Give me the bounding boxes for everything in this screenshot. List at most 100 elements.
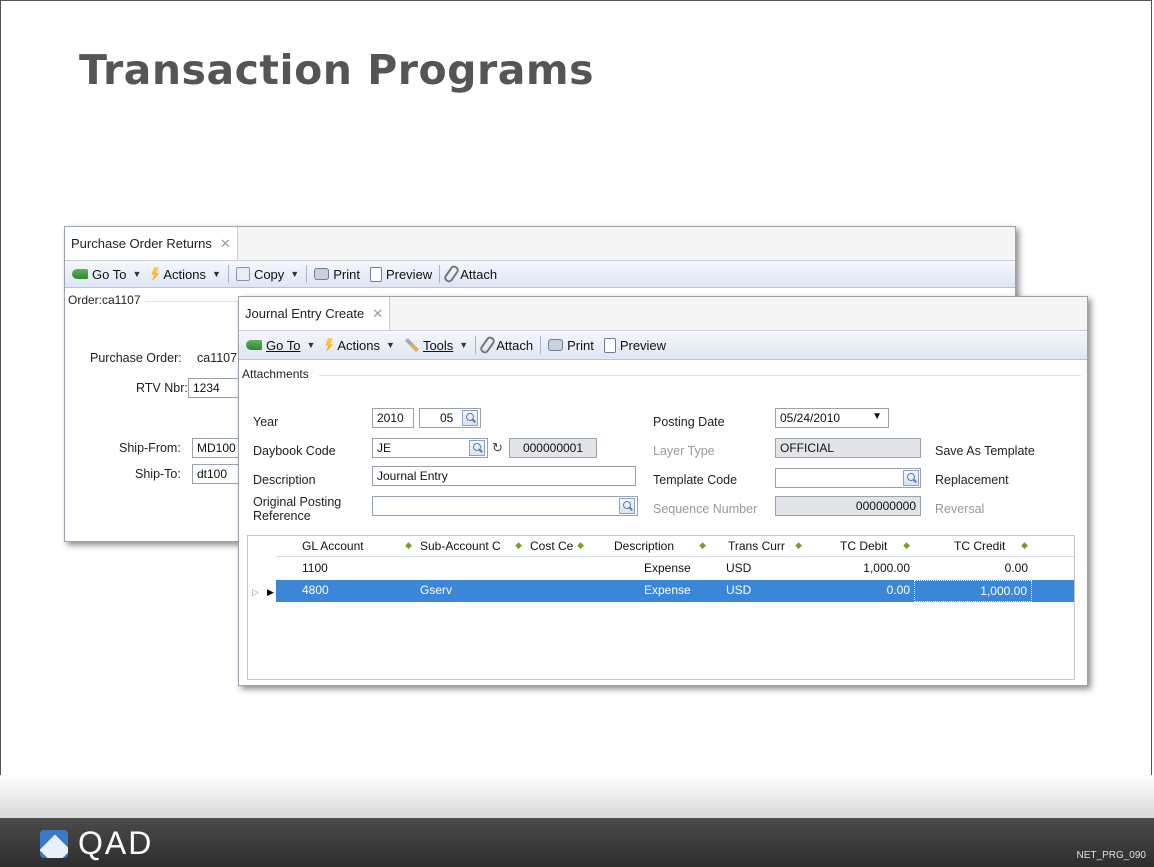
attach-label: Attach xyxy=(460,266,498,282)
cell-description: Expense xyxy=(644,583,691,597)
tab-bar: Journal Entry Create ✕ xyxy=(239,297,1087,331)
column-pin-icon: ◆ xyxy=(795,540,802,550)
period-lookup-icon[interactable] xyxy=(462,410,478,426)
copy-icon xyxy=(235,267,250,281)
daybook-code-label: Daybook Code xyxy=(253,444,336,458)
table-row[interactable]: 1100 Expense USD 1,000.00 0.00 xyxy=(276,558,1074,580)
dropdown-arrow-icon: ▼ xyxy=(290,269,300,279)
purchase-order-label: Purchase Order: xyxy=(90,351,182,365)
column-header-tc-credit[interactable]: TC Credit ◆ xyxy=(914,536,1032,556)
layer-type-field: OFFICIAL xyxy=(775,438,921,458)
preview-icon xyxy=(603,337,616,353)
refresh-icon[interactable]: ↻ xyxy=(492,440,503,456)
cell-debit: 1,000.00 xyxy=(863,561,910,575)
template-code-label: Template Code xyxy=(653,473,738,487)
reversal-label: Reversal xyxy=(935,502,985,516)
tab-label: Journal Entry Create xyxy=(245,306,365,321)
column-pin-icon: ◆ xyxy=(1021,540,1028,550)
qad-logo-text: QAD xyxy=(78,825,154,861)
daybook-number-field: 000000001 xyxy=(509,438,597,458)
template-code-input[interactable] xyxy=(775,468,921,488)
slide-id: NET_PRG_090 xyxy=(1076,850,1146,861)
order-group-label: Order:ca1107 xyxy=(68,293,145,307)
print-label: Print xyxy=(567,337,594,353)
qad-logo-icon xyxy=(40,829,68,858)
current-row-arrow-icon: ▶ xyxy=(267,587,274,597)
cell-cost-center xyxy=(526,580,588,602)
close-icon[interactable]: ✕ xyxy=(220,236,231,252)
actions-button[interactable]: Actions ▼ xyxy=(146,267,226,282)
dropdown-arrow-icon: ▼ xyxy=(132,269,142,279)
actions-button[interactable]: Actions ▼ xyxy=(320,338,400,353)
chevron-down-icon: ▼ xyxy=(872,411,882,422)
tools-label: Tools xyxy=(422,337,454,353)
toolbar-separator xyxy=(306,265,308,283)
cell-debit: 0.00 xyxy=(886,583,910,597)
column-header-gl-account[interactable]: GL Account ◆ xyxy=(276,536,416,556)
cell-currency: USD xyxy=(726,561,752,575)
column-pin-icon: ◆ xyxy=(699,540,706,550)
column-pin-icon: ◆ xyxy=(515,540,522,550)
ship-to-label: Ship-To: xyxy=(135,467,181,481)
paperclip-icon xyxy=(442,264,461,284)
column-pin-icon: ◆ xyxy=(577,540,584,550)
original-posting-reference-input[interactable] xyxy=(372,496,638,516)
dropdown-arrow-icon: ▼ xyxy=(386,340,395,350)
template-lookup-icon[interactable] xyxy=(903,470,919,486)
column-header-cost-center[interactable]: Cost Ce ◆ xyxy=(526,536,588,556)
cell-credit-editing[interactable]: 1,000.00 xyxy=(914,580,1032,602)
preview-icon xyxy=(369,266,382,282)
dropdown-arrow-icon: ▼ xyxy=(306,340,316,350)
column-header-label: Description xyxy=(614,539,675,553)
grid-header: GL Account ◆ Sub-Account C ◆ Cost Ce ◆ Desc… xyxy=(276,536,1074,557)
expand-arrow-icon[interactable]: ▷ xyxy=(252,587,259,598)
reference-lookup-icon[interactable] xyxy=(619,498,635,514)
attach-button[interactable]: Attach xyxy=(478,335,538,355)
column-header-label: GL Account xyxy=(302,539,364,553)
copy-button[interactable]: Copy ▼ xyxy=(231,267,304,282)
cell-cost-center xyxy=(526,558,588,580)
ship-from-label: Ship-From: xyxy=(119,441,181,455)
sequence-number-field: 000000000 xyxy=(775,496,921,516)
close-icon[interactable]: ✕ xyxy=(372,306,383,322)
column-header-tc-debit[interactable]: TC Debit ◆ xyxy=(806,536,914,556)
goto-button[interactable]: Go To ▼ xyxy=(67,267,146,282)
group-divider xyxy=(319,375,1081,376)
toolbar: Go To ▼ Actions ▼ Tools ▼ Attach Print Prev… xyxy=(239,331,1087,360)
column-header-description[interactable]: Description ◆ xyxy=(588,536,710,556)
print-button[interactable]: Print xyxy=(309,267,365,282)
attachments-group: Attachments xyxy=(239,363,1087,385)
goto-button[interactable]: Go To ▼ xyxy=(241,338,320,353)
tab-purchase-order-returns[interactable]: Purchase Order Returns ✕ xyxy=(65,227,238,260)
description-input[interactable]: Journal Entry xyxy=(372,466,636,486)
column-header-label: TC Credit xyxy=(954,539,1006,553)
column-header-trans-curr[interactable]: Trans Curr ◆ xyxy=(710,536,806,556)
save-as-template-label[interactable]: Save As Template xyxy=(935,444,1035,458)
sequence-number-label: Sequence Number xyxy=(653,502,758,516)
tab-bar: Purchase Order Returns ✕ xyxy=(65,227,1015,261)
tab-journal-entry-create[interactable]: Journal Entry Create ✕ xyxy=(239,297,391,330)
print-button[interactable]: Print xyxy=(543,338,599,353)
column-header-label: TC Debit xyxy=(840,539,888,553)
toolbar-separator xyxy=(439,265,441,283)
attachments-label: Attachments xyxy=(242,367,313,381)
year-input[interactable]: 2010 xyxy=(372,408,414,428)
preview-button[interactable]: Preview xyxy=(599,337,671,353)
printer-icon xyxy=(314,268,330,280)
dropdown-arrow-icon: ▼ xyxy=(212,269,221,279)
attach-button[interactable]: Attach xyxy=(442,264,502,284)
cell-sub-account: Gserv xyxy=(420,583,453,597)
posting-date-picker[interactable]: 05/24/2010 ▼ xyxy=(775,408,889,428)
column-header-label: Sub-Account C xyxy=(420,539,501,553)
column-header-label: Trans Curr xyxy=(728,539,785,553)
tools-button[interactable]: Tools ▼ xyxy=(400,338,473,353)
table-row-selected[interactable]: 4800 Gserv Expense USD 0.00 1,000.00 xyxy=(276,580,1074,602)
printer-icon xyxy=(548,339,564,351)
preview-button[interactable]: Preview xyxy=(365,266,437,282)
cell-currency: USD xyxy=(726,583,752,597)
layer-type-label: Layer Type xyxy=(653,444,715,458)
purchase-order-value: ca1107 xyxy=(197,351,238,365)
column-header-sub-account[interactable]: Sub-Account C ◆ xyxy=(416,536,526,556)
daybook-lookup-icon[interactable] xyxy=(469,440,485,456)
replacement-label[interactable]: Replacement xyxy=(935,473,1009,487)
